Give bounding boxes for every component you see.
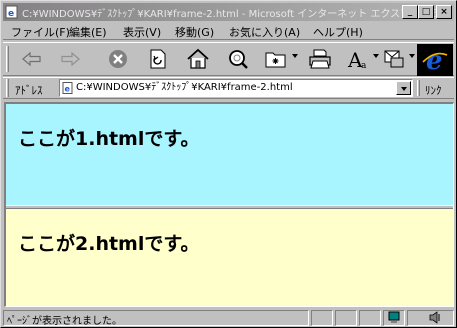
- svg-text:e: e: [8, 9, 14, 19]
- font-button[interactable]: A a: [343, 45, 373, 73]
- back-button[interactable]: [17, 45, 47, 73]
- browser-window: e C:¥WINDOWS¥ﾃﾞｽｸﾄｯﾌﾟ¥KARI¥frame-2.html …: [0, 0, 457, 328]
- svg-text:a: a: [361, 61, 367, 70]
- address-label: ｱﾄﾞﾚｽ: [15, 84, 43, 97]
- search-button[interactable]: [223, 45, 253, 73]
- status-panel-3: [335, 310, 357, 326]
- status-main-panel: ﾍﾟｰｼﾞが表示されました。: [3, 310, 309, 327]
- back-arrow-icon: [22, 51, 41, 67]
- minimize-button[interactable]: _: [402, 5, 418, 19]
- svg-text:e: e: [65, 85, 71, 94]
- status-panel-5: [383, 310, 405, 326]
- status-bar: ﾍﾟｰｼﾞが表示されました。: [3, 309, 454, 327]
- menu-go[interactable]: 移動(G): [175, 24, 214, 40]
- speaker-icon: [429, 311, 440, 324]
- content-area: ここが1.htmlです。 ここが2.htmlです。: [4, 102, 454, 307]
- ie-page-icon: e: [5, 5, 18, 19]
- maximize-button[interactable]: □: [418, 5, 434, 19]
- links-button[interactable]: ﾘﾝｸ: [425, 82, 442, 98]
- toolbar-grip[interactable]: [6, 46, 9, 72]
- mail-dropdown-arrow[interactable]: [409, 54, 415, 58]
- font-icon: A a: [347, 48, 367, 70]
- address-field[interactable]: e: [59, 79, 413, 97]
- menu-favorites[interactable]: お気に入り(A): [229, 24, 300, 40]
- title-bar[interactable]: e C:¥WINDOWS¥ﾃﾞｽｸﾄｯﾌﾟ¥KARI¥frame-2.html …: [3, 3, 454, 21]
- history-icon: [265, 52, 286, 68]
- standard-toolbar: A a e: [3, 42, 454, 76]
- address-dropdown-button[interactable]: [396, 81, 411, 95]
- menu-edit[interactable]: 編集(E): [69, 24, 107, 40]
- home-icon: [187, 48, 209, 69]
- status-panel-2: [311, 310, 333, 326]
- stop-button[interactable]: [103, 45, 133, 73]
- page-icon: e: [62, 82, 73, 94]
- svg-text:e: e: [426, 46, 443, 74]
- search-icon: [229, 50, 248, 69]
- links-grip[interactable]: [417, 80, 420, 96]
- menu-view[interactable]: 表示(V): [123, 24, 161, 40]
- status-panel-4: [359, 310, 381, 326]
- history-button[interactable]: [261, 45, 291, 73]
- close-button[interactable]: ×: [436, 5, 452, 19]
- forward-arrow-icon: [61, 51, 80, 67]
- address-bar: ｱﾄﾞﾚｽ e ﾘﾝｸ: [3, 77, 454, 99]
- mail-button[interactable]: [379, 45, 409, 73]
- menu-help[interactable]: ヘルプ(H): [313, 24, 363, 40]
- frame-bottom: ここが2.htmlです。: [6, 209, 453, 306]
- window-title: C:¥WINDOWS¥ﾃﾞｽｸﾄｯﾌﾟ¥KARI¥frame-2.html - …: [22, 9, 441, 20]
- address-input[interactable]: [76, 80, 391, 96]
- refresh-icon: [150, 49, 166, 69]
- history-dropdown-arrow[interactable]: [292, 54, 298, 58]
- frame-bottom-text: ここが2.htmlです。: [18, 233, 200, 255]
- frame-top: ここが1.htmlです。: [6, 104, 453, 205]
- mail-icon: [384, 50, 404, 68]
- status-text: ﾍﾟｰｼﾞが表示されました。: [7, 316, 122, 327]
- ie-logo-icon: e: [422, 46, 448, 74]
- forward-button[interactable]: [55, 45, 85, 73]
- print-button[interactable]: [305, 45, 335, 73]
- refresh-button[interactable]: [143, 45, 173, 73]
- menu-file[interactable]: ファイル(F): [11, 24, 70, 40]
- status-zone-panel: [407, 310, 454, 326]
- print-icon: [309, 49, 331, 69]
- menu-bar: ファイル(F) 編集(E) 表示(V) 移動(G) お気に入り(A) ヘルプ(H…: [3, 22, 454, 40]
- frame-top-text: ここが1.htmlです。: [18, 128, 200, 150]
- home-button[interactable]: [183, 45, 213, 73]
- ie-throbber[interactable]: e: [417, 44, 453, 76]
- computer-zone-icon: [388, 311, 400, 323]
- stop-icon: [109, 50, 127, 68]
- address-grip[interactable]: [6, 79, 9, 97]
